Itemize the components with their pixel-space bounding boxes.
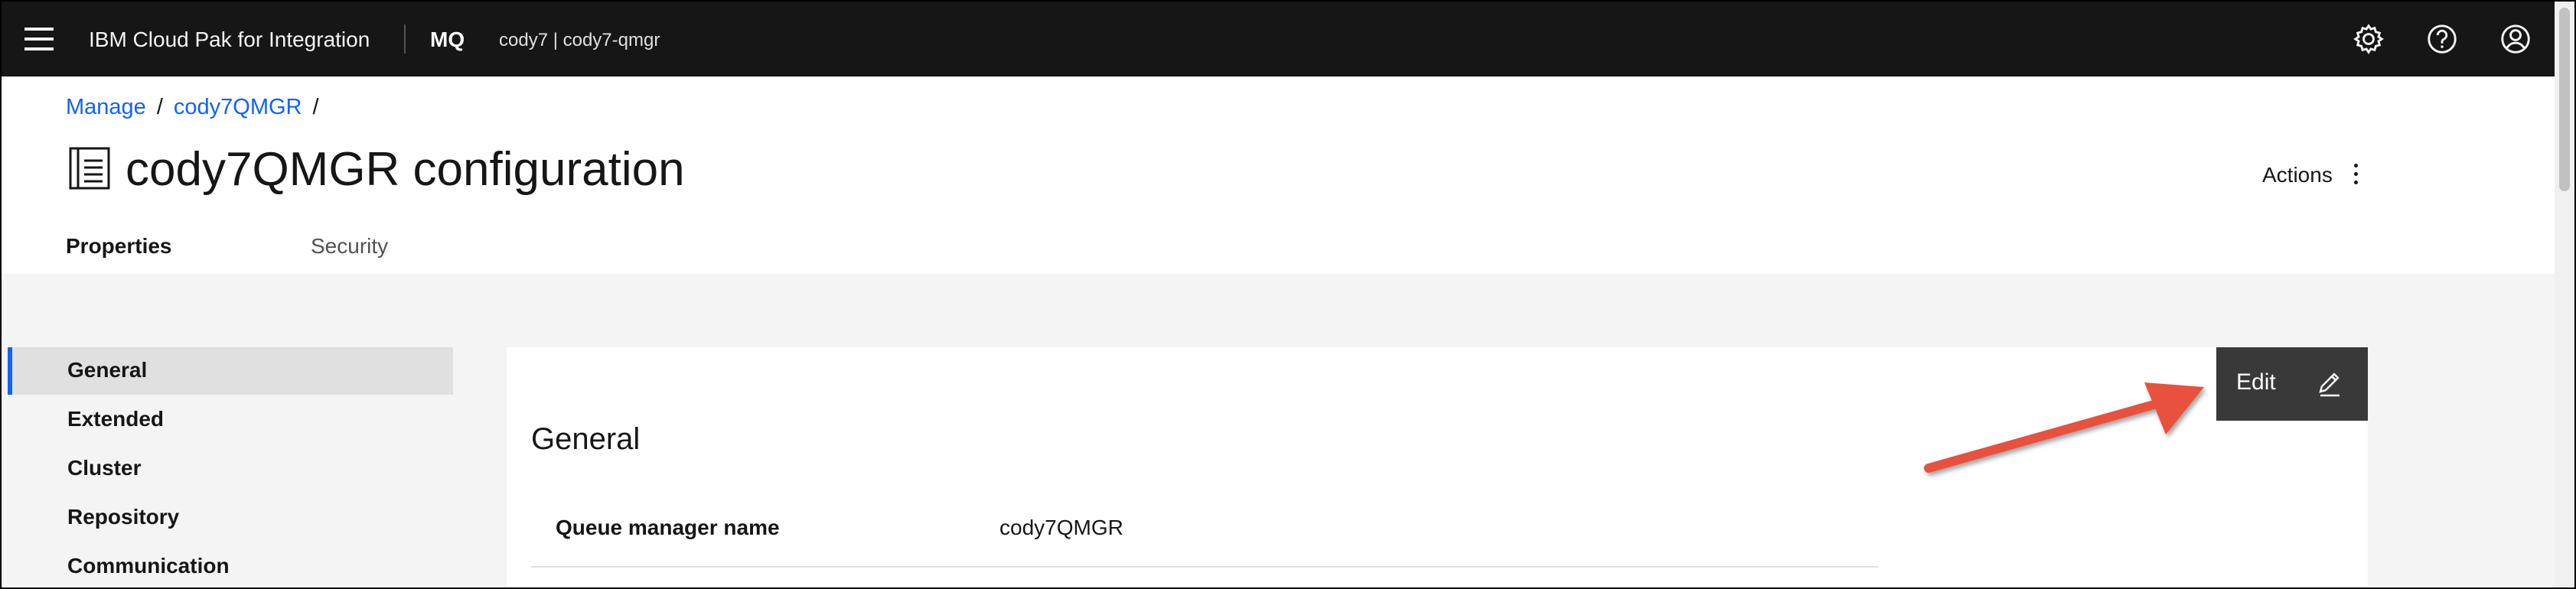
annotation-arrow xyxy=(1924,382,2204,473)
section-name[interactable]: MQ xyxy=(430,28,465,52)
edit-button[interactable]: Edit xyxy=(2216,347,2368,421)
settings-icon[interactable] xyxy=(2351,21,2386,57)
sidebar-item-label: Cluster xyxy=(67,456,142,480)
actions-menu-button[interactable]: Actions xyxy=(2262,163,2333,187)
edit-button-label: Edit xyxy=(2236,369,2276,395)
breadcrumb-manage[interactable]: Manage xyxy=(66,95,146,119)
header-divider xyxy=(404,24,406,54)
app-window: IBM Cloud Pak for Integration MQ cody7 |… xyxy=(0,0,2576,589)
sidebar-item-label: General xyxy=(67,358,148,382)
tab-security[interactable]: Security xyxy=(286,228,531,274)
sidebar-item-repository[interactable]: Repository xyxy=(8,494,453,542)
sidebar-item-general[interactable]: General xyxy=(8,347,453,395)
sidebar-item-label: Extended xyxy=(67,407,165,431)
panel-title: General xyxy=(531,422,641,456)
page-title: cody7QMGR configuration xyxy=(126,143,685,196)
tab-label: Security xyxy=(311,234,389,258)
top-header: IBM Cloud Pak for Integration MQ cody7 |… xyxy=(2,2,2555,76)
overflow-menu-icon[interactable] xyxy=(2351,164,2360,188)
scrollbar-thumb[interactable] xyxy=(2559,8,2570,191)
edit-icon xyxy=(2314,369,2345,399)
user-icon[interactable] xyxy=(2498,21,2533,57)
sidebar-item-label: Repository xyxy=(67,505,180,529)
menu-icon[interactable] xyxy=(24,28,54,50)
tab-list: Properties Security xyxy=(41,228,531,278)
sidebar-item-communication[interactable]: Communication xyxy=(8,543,453,587)
queue-manager-icon xyxy=(67,145,113,191)
sidebar-item-extended[interactable]: Extended xyxy=(8,396,453,444)
breadcrumb-queue-manager[interactable]: cody7QMGR xyxy=(174,95,302,119)
instance-name: cody7 | cody7-qmgr xyxy=(499,30,660,50)
breadcrumb-separator: / xyxy=(312,95,319,119)
breadcrumb-separator: / xyxy=(156,95,163,119)
queue-manager-name-label: Queue manager name xyxy=(556,516,780,539)
field-divider xyxy=(531,566,1878,568)
tab-label: Properties xyxy=(66,234,172,258)
help-icon[interactable] xyxy=(2424,21,2460,57)
breadcrumb: Manage / cody7QMGR / xyxy=(66,95,330,120)
sidebar-item-label: Communication xyxy=(67,554,230,578)
tab-properties[interactable]: Properties xyxy=(41,228,286,278)
sidebar-item-cluster[interactable]: Cluster xyxy=(8,445,453,493)
queue-manager-name-value: cody7QMGR xyxy=(999,516,1123,539)
product-name[interactable]: IBM Cloud Pak for Integration xyxy=(89,28,370,52)
